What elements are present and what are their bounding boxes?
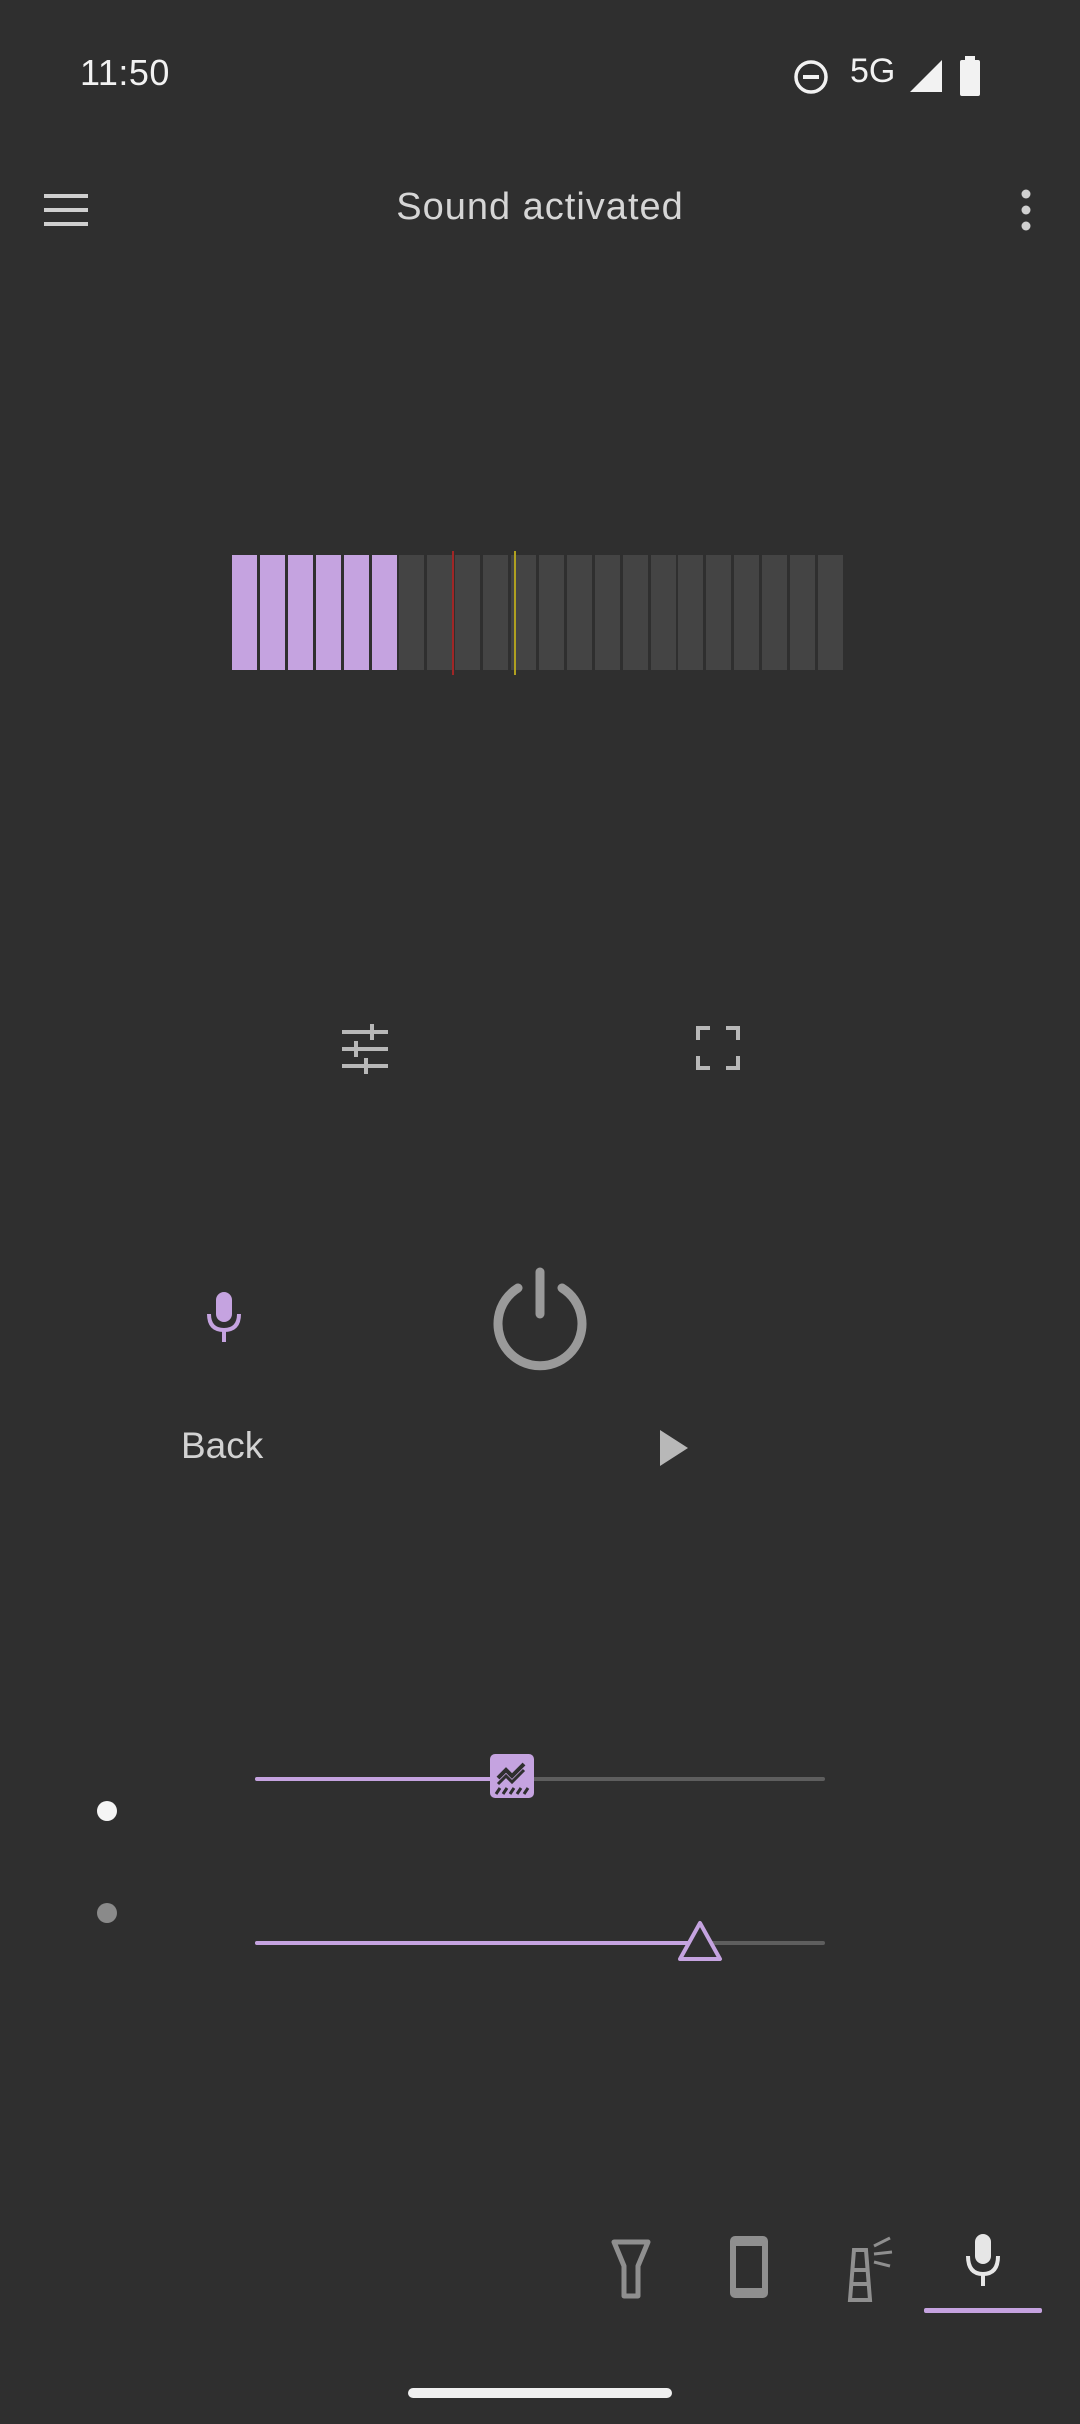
play-icon[interactable]	[656, 1428, 692, 1468]
meter-segment-inactive	[427, 555, 452, 670]
nav-screen[interactable]	[694, 2220, 804, 2320]
meter-segment-inactive	[567, 555, 592, 670]
meter-segment-inactive	[678, 555, 703, 670]
sensitivity-slider[interactable]	[255, 1754, 825, 1798]
threshold-slider[interactable]	[255, 1921, 825, 1961]
meter-segment-inactive	[623, 555, 648, 670]
triangle-icon[interactable]	[677, 1919, 723, 1963]
sensitivity-slider-fill	[255, 1777, 512, 1781]
phone-screen-icon	[730, 2236, 768, 2298]
home-gesture-bar[interactable]	[408, 2388, 672, 2398]
meter-segment-inactive	[595, 555, 620, 670]
meter-segment-inactive	[706, 555, 731, 670]
signal-icon	[908, 58, 944, 94]
meter-segment-active	[344, 555, 369, 670]
flashlight-icon	[611, 2239, 651, 2299]
power-button[interactable]	[488, 1266, 592, 1372]
tune-icon[interactable]	[336, 1020, 394, 1078]
meter-segment-inactive	[818, 555, 843, 670]
page-title: Sound activated	[396, 186, 684, 228]
nav-flashlight[interactable]	[576, 2220, 686, 2320]
auto-brightness-icon[interactable]	[489, 1754, 534, 1798]
meter-segment-inactive	[651, 555, 676, 670]
nav-selected-indicator	[924, 2308, 1042, 2313]
nav-lighthouse[interactable]	[820, 2220, 930, 2320]
battery-icon	[958, 56, 982, 96]
network-type: 5G	[850, 52, 896, 90]
status-time: 11:50	[80, 52, 170, 93]
meter-segment-inactive	[790, 555, 815, 670]
nav-sound[interactable]	[928, 2220, 1038, 2320]
do-not-disturb-icon	[792, 58, 830, 96]
meter-segment-inactive	[399, 555, 424, 670]
sound-level-meter	[232, 551, 848, 675]
meter-segment-active	[372, 555, 397, 670]
more-vert-icon[interactable]	[1010, 186, 1042, 234]
lighthouse-icon	[847, 2236, 893, 2302]
microphone-icon	[966, 2234, 1000, 2286]
meter-segment-inactive	[734, 555, 759, 670]
threshold-marker-yellow	[514, 551, 516, 675]
meter-segment-inactive	[455, 555, 480, 670]
meter-segment-inactive	[539, 555, 564, 670]
threshold-slider-fill	[255, 1941, 700, 1945]
meter-segment-active	[260, 555, 285, 670]
meter-segment-active	[288, 555, 313, 670]
meter-segment-active	[316, 555, 341, 670]
power-icon	[493, 1267, 587, 1371]
microphone-icon[interactable]	[204, 1290, 244, 1346]
peak-marker-red	[452, 551, 454, 675]
slider-indicator-dot-inactive	[97, 1903, 117, 1923]
meter-segment-inactive	[483, 555, 508, 670]
meter-segment-active	[232, 555, 257, 670]
back-label[interactable]: Back	[181, 1425, 263, 1467]
slider-indicator-dot-active	[97, 1801, 117, 1821]
meter-segment-inactive	[762, 555, 787, 670]
fullscreen-icon[interactable]	[696, 1026, 740, 1070]
